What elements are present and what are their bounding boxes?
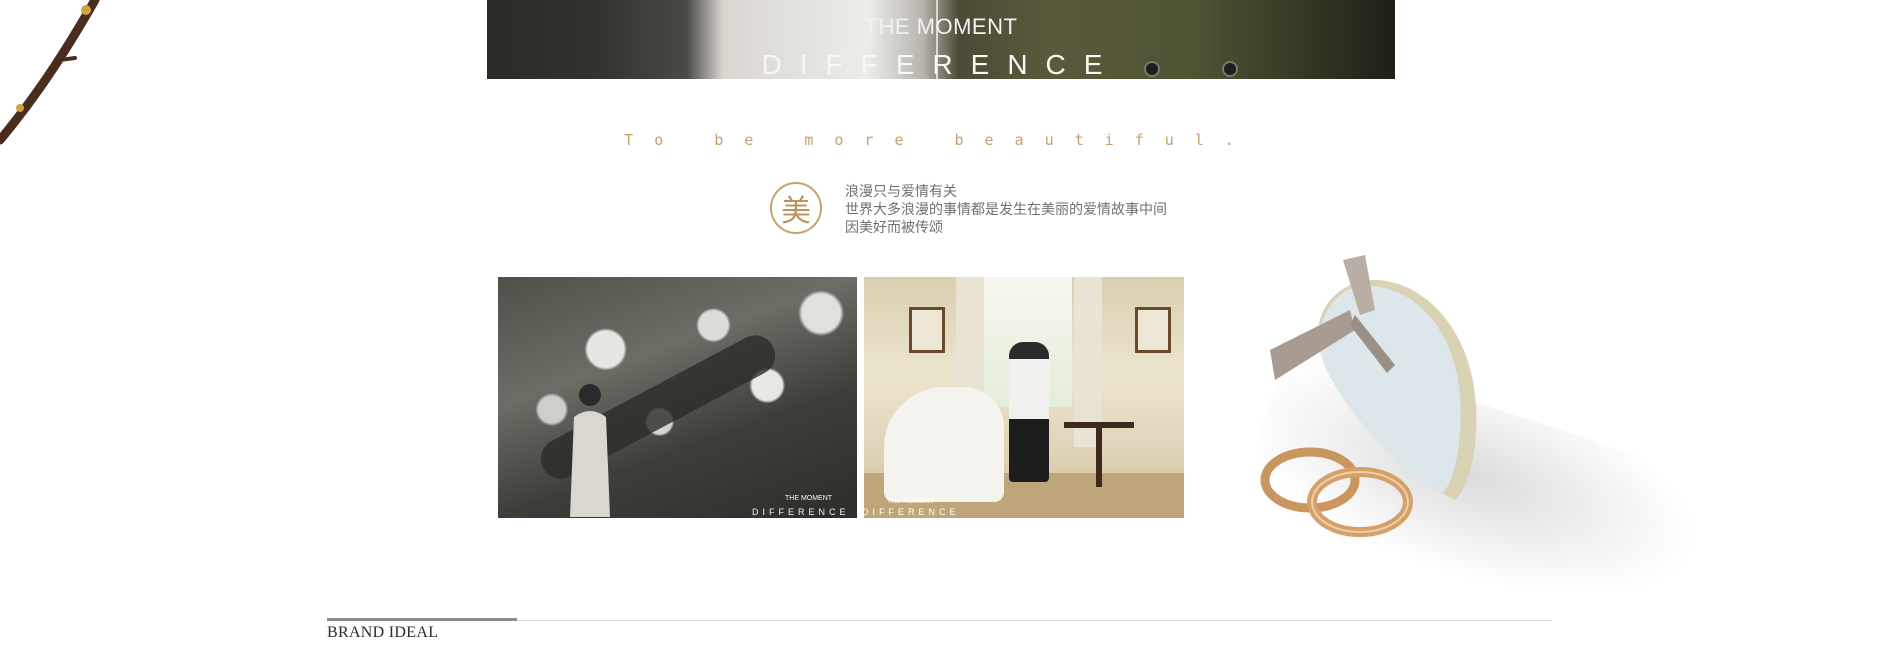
intro-text: 浪漫只与爱情有关 世界大多浪漫的事情都是发生在美丽的爱情故事中间 因美好而被传颂 (845, 183, 1167, 237)
bride-dress (884, 387, 1004, 502)
jacket-button (1144, 61, 1160, 77)
jacket-button (1222, 61, 1238, 77)
hero-subtitle: DIFFERENCE (761, 49, 1121, 79)
branch-decoration (0, 0, 100, 145)
photo-caption-subtitle: DIFFERENCE (862, 507, 960, 517)
picture-frame (1135, 307, 1171, 353)
beauty-emblem-icon: 美 (770, 182, 822, 234)
photo-caption-subtitle: DIFFERENCE (752, 507, 850, 517)
section-title: BRAND IDEAL (327, 624, 439, 641)
wedding-rings-icon (1260, 447, 1413, 537)
intro-line: 因美好而被传颂 (845, 220, 943, 236)
intro-line: 浪漫只与爱情有关 (845, 184, 957, 200)
page: THE MOMENT DIFFERENCE To be more beautif… (0, 0, 1879, 649)
photo-caption-title: THE MOMENT (785, 495, 833, 502)
picture-frame (909, 307, 945, 353)
tagline: To be more beautiful. (624, 131, 1255, 149)
intro-line: 世界大多浪漫的事情都是发生在美丽的爱情故事中间 (845, 202, 1167, 218)
hero-banner: THE MOMENT DIFFERENCE (487, 0, 1395, 79)
photo-couple-interior[interactable] (864, 277, 1184, 518)
groom-figure (570, 384, 610, 517)
photo-blossom-tree[interactable] (498, 277, 857, 518)
desk-leg (1096, 427, 1102, 487)
section-divider-accent (327, 618, 517, 621)
hero-title: THE MOMENT (864, 14, 1018, 39)
groom-figure (1009, 342, 1049, 482)
photo-caption-title: THE MOMENT (887, 498, 935, 505)
